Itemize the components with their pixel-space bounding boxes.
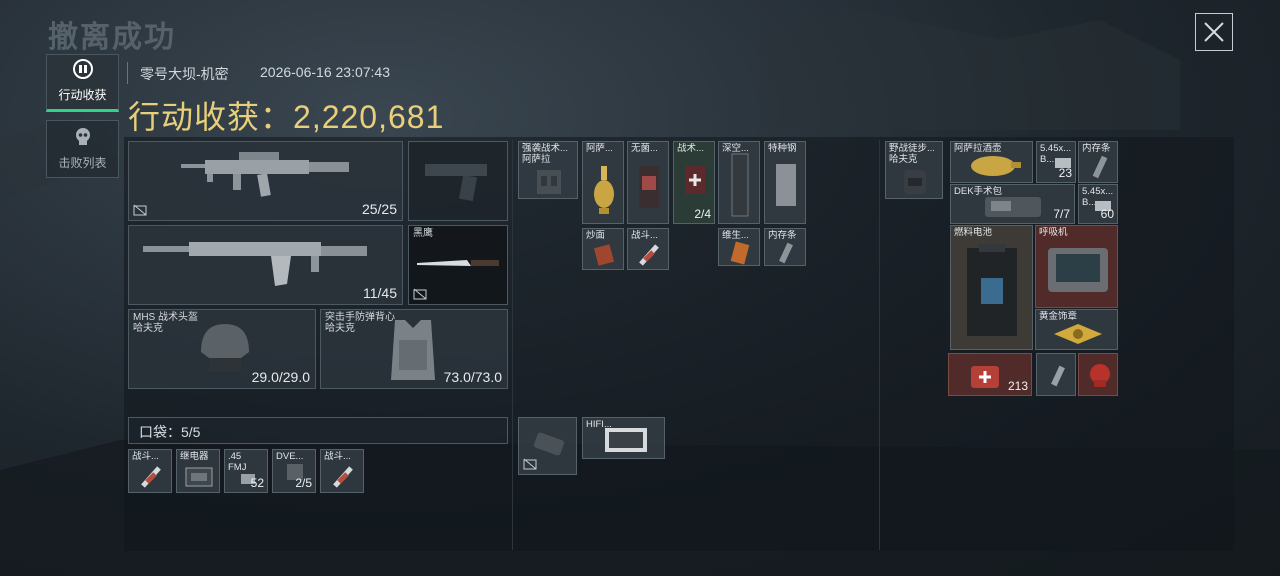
syringe-icon [141,466,161,488]
backpack-item[interactable]: 内存条 [1078,141,1118,183]
steel-plate-icon [776,164,796,206]
pocket-item[interactable]: 战斗... [128,449,172,493]
rifle-icon [181,152,349,197]
backpack-item[interactable]: 燃料电池 [950,225,1033,350]
pocket-label: 口袋：5/5 [139,424,201,440]
rig-item[interactable]: 维生... [718,228,760,266]
armor-durability: 73.0/73.0 [443,369,502,385]
rig-item[interactable]: HIFI... [582,417,665,459]
helmet-icon [201,324,249,372]
rig-item[interactable]: 炒面 [582,228,624,270]
tab-loot[interactable]: 行动收获 [46,54,119,112]
loot-label: 行动收获： [128,99,294,135]
rig-item[interactable]: 深空... [718,141,760,224]
fuel-cell-icon [967,244,1017,336]
backpack-item[interactable]: 呼吸机 [1035,225,1118,308]
red-skull-icon [1090,364,1110,387]
tab-kills[interactable]: 击败列表 [46,120,119,178]
tab-kills-label: 击败列表 [58,156,107,170]
syringe-icon [333,466,353,488]
close-button[interactable] [1195,13,1233,51]
primary-ammo: 25/25 [361,201,397,217]
helmet-maker: 哈夫克 [133,323,163,334]
helmet-name: MHS 战术头盔 [133,312,198,323]
loot-value-row: 行动收获：2,220,681 [128,92,444,138]
pocket-item[interactable]: 继电器 [176,449,220,493]
primary-weapon-slot[interactable]: 25/25 [128,141,403,221]
loot-value: 2,220,681 [293,99,445,135]
backpack-item[interactable]: 5.45x... B... 23 [1036,141,1076,183]
chest-rig-icon [537,170,561,194]
armor-slot[interactable]: 突击手防弹背心 哈夫克 73.0/73.0 [320,309,508,389]
backpack-item[interactable]: 阿萨拉酒壶 [950,141,1033,183]
no-insurance-icon [133,204,147,216]
rig-item[interactable]: 内存条 [764,228,806,266]
backpack-item[interactable] [1036,353,1076,396]
close-icon [1204,22,1224,42]
column-divider [879,140,880,550]
vest-icon [391,320,435,380]
knife-icon [417,260,499,266]
rig-item[interactable]: 战术... 2/4 [673,141,715,224]
noodles-icon [593,244,615,266]
melee-name: 黑鹰 [413,228,433,239]
sterile-pack-icon [639,166,659,208]
loot-icon [72,59,93,79]
backpack-icon [904,170,926,194]
medkit-icon [971,366,999,388]
pocket-header: 口袋：5/5 [128,417,508,444]
backpack-item[interactable]: 黄金饰章 [1035,309,1118,350]
header-divider [127,62,128,84]
golden-teapot-icon [594,166,614,214]
rig-item[interactable]: 战斗... [627,228,669,270]
armor-maker: 哈夫克 [325,323,355,334]
melee-slot[interactable]: 黑鹰 [408,225,508,305]
device-icon [533,432,565,456]
secondary-weapon-slot[interactable]: 11/45 [128,225,403,305]
rig-item[interactable]: 阿萨... [582,141,624,224]
pocket-item[interactable]: DVE... 2/5 [272,449,316,493]
helmet-slot[interactable]: MHS 战术头盔 哈夫克 29.0/29.0 [128,309,316,389]
map-name: 零号大坝-机密 [140,66,229,82]
pistol-slot[interactable] [408,141,508,221]
medkit-icon [685,166,705,194]
rig-extra-slot[interactable] [518,417,577,475]
gold-badge-icon [1054,324,1102,344]
tab-loot-label: 行动收获 [58,88,107,102]
backpack-slot[interactable]: 野战徒步... 哈夫克 [885,141,943,199]
pocket-item[interactable]: 战斗... [320,449,364,493]
ram-icon [1051,365,1065,387]
pistol-icon [425,164,487,202]
syringe-icon [639,244,659,266]
rifle-icon [143,242,367,286]
no-insurance-icon [523,458,537,470]
surgery-kit-icon [985,197,1041,217]
column-divider [512,140,513,550]
flask-icon [971,156,1021,176]
chest-rig-slot[interactable]: 强袭战术... 阿萨拉 [518,141,578,199]
no-insurance-icon [413,288,427,300]
device-icon [731,153,749,217]
backpack-item[interactable]: 5.45x... B... 60 [1078,184,1118,224]
relay-icon [185,467,213,487]
skull-icon [75,128,90,145]
rig-item[interactable]: 无菌... [627,141,669,224]
secondary-ammo: 11/45 [363,285,397,301]
backpack-item[interactable]: 213 [948,353,1032,396]
backpack-item[interactable] [1078,353,1118,396]
datetime: 2026-06-16 23:07:43 [260,64,390,80]
page-title: 撤离成功 [48,21,176,54]
helmet-durability: 29.0/29.0 [251,369,310,385]
backpack-item[interactable]: DEK手术包 7/7 [950,184,1075,224]
ram-icon [1092,155,1108,179]
pocket-item[interactable]: .45 FMJ 52 [224,449,268,493]
ram-icon [779,242,793,264]
ventilator-icon [1048,248,1108,292]
rig-item[interactable]: 特种钢 [764,141,806,224]
hifi-device-icon [605,428,647,452]
vitamin-icon [730,241,750,265]
